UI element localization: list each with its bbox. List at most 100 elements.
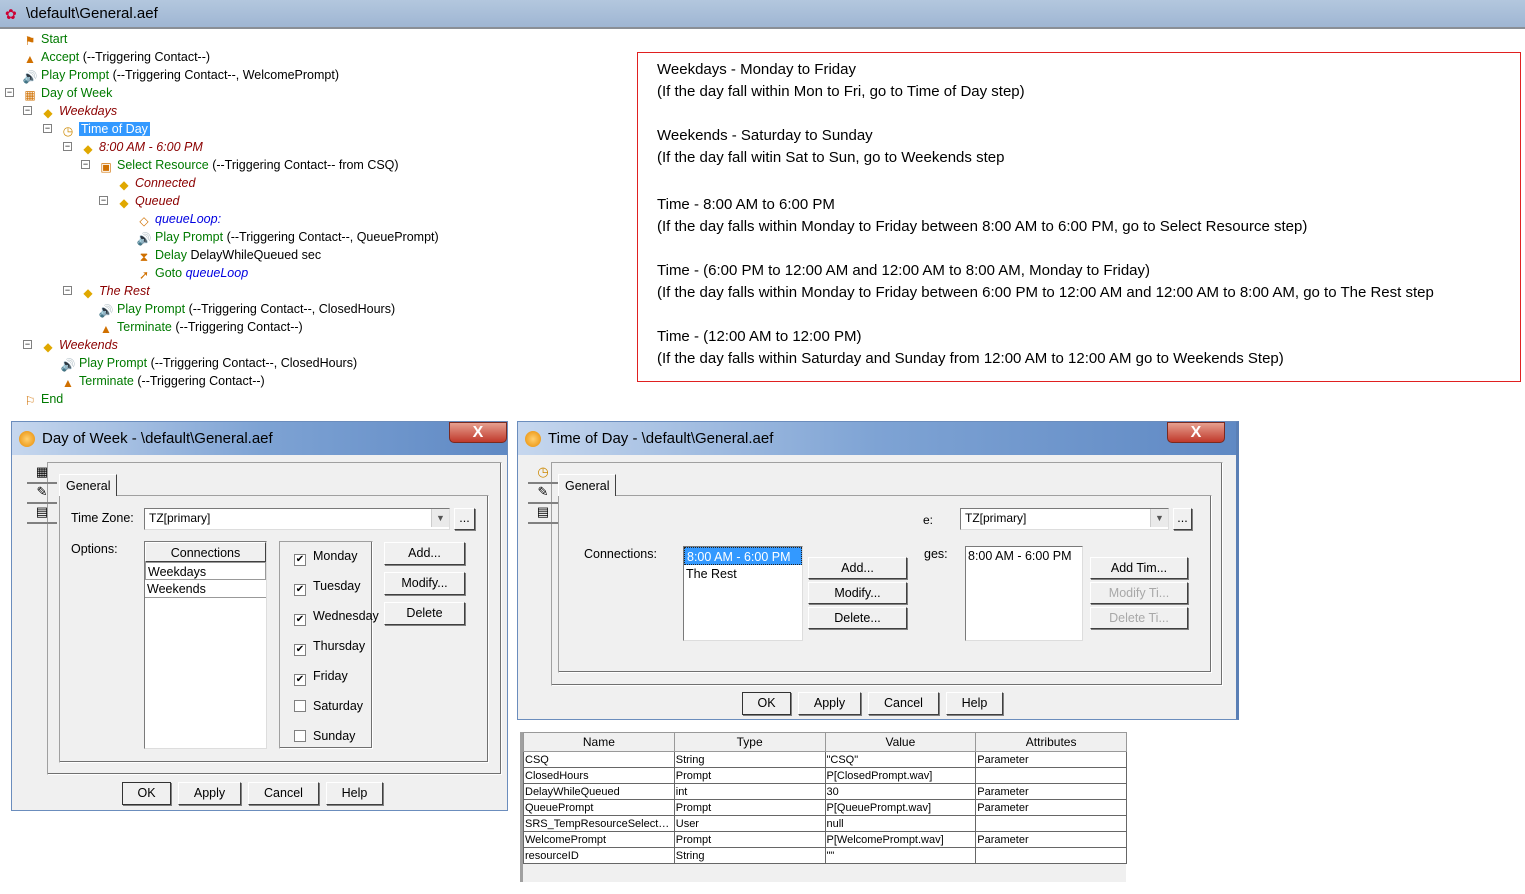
collapse-toggle[interactable]: − [23,340,32,349]
tree-node[interactable]: 🔊 Play Prompt (--Triggering Contact--, Cl… [98,300,396,318]
tree-node[interactable]: − ◷ Time of Day [43,120,150,138]
connection-item-weekdays[interactable]: Weekdays [145,562,266,580]
time-range-item[interactable]: 8:00 AM - 6:00 PM [966,547,1082,565]
tree-node[interactable]: − ◆ Weekdays [23,102,117,120]
tree-node[interactable]: ◆ Connected [116,174,195,192]
checkbox-empty[interactable] [294,730,306,742]
time-zone-browse-button[interactable]: ... [1173,508,1192,530]
table-row[interactable]: resourceID String "" [523,847,1127,864]
cancel-button[interactable]: Cancel [248,782,319,805]
tree-node-args: (--Triggering Contact--, ClosedHours) [185,302,396,316]
modify-time-button[interactable]: Modify Ti... [1090,582,1188,604]
checkbox-wednesday[interactable]: ✔ Wednesday [294,609,379,626]
checkbox-thursday[interactable]: ✔ Thursday [294,639,365,656]
connection-item-the-rest[interactable]: The Rest [684,565,802,583]
close-button[interactable]: X [1167,422,1225,443]
column-header[interactable]: Value [824,732,977,752]
column-header[interactable]: Type [673,732,826,752]
column-header[interactable]: Name [523,732,675,752]
connection-item-daytime[interactable]: 8:00 AM - 6:00 PM [684,547,802,565]
table-row[interactable]: CSQ String "CSQ" Parameter [523,751,1127,768]
collapse-toggle[interactable]: − [63,286,72,295]
checkbox-empty[interactable] [294,700,306,712]
time-zone-dropdown[interactable]: TZ[primary] ▼ [144,508,450,530]
tree-node[interactable]: − ◆ 8:00 AM - 6:00 PM [63,138,203,156]
tree-node[interactable]: ⚐ End [22,390,64,408]
table-row[interactable]: QueuePrompt Prompt P[QueuePrompt.wav] Param… [523,799,1127,816]
table-row[interactable]: ClosedHours Prompt P[ClosedPrompt.wav] [523,767,1127,784]
add-button[interactable]: Add... [384,542,465,565]
tree-node[interactable]: 🔊 Play Prompt (--Triggering Contact--, Cl… [60,354,358,372]
chevron-down-icon[interactable]: ▼ [1150,509,1168,527]
tree-node[interactable]: − ◆ Queued [99,192,179,210]
modify-button[interactable]: Modify... [808,582,907,604]
tree-node[interactable]: ▲ Terminate (--Triggering Contact--) [98,318,303,336]
tree-node[interactable]: − ◆ Weekends [23,336,118,354]
connections-list[interactable]: 8:00 AM - 6:00 PM The Rest [683,546,803,641]
label-tag-icon[interactable]: ✎ [528,484,558,504]
checkbox-saturday[interactable]: Saturday [294,699,363,713]
table-row[interactable]: SRS_TempResourceSelecte... User null [523,815,1127,832]
tree-node[interactable]: ▲ Terminate (--Triggering Contact--) [60,372,265,390]
delete-button[interactable]: Delete... [808,607,907,629]
connections-list[interactable]: Connections Weekdays Weekends [144,541,267,749]
chevron-down-icon[interactable]: ▼ [431,509,449,527]
tab-general[interactable]: General [558,474,617,496]
collapse-toggle[interactable]: − [23,106,32,115]
checkbox-monday[interactable]: ✔ Monday [294,549,357,566]
checkmark-icon[interactable]: ✔ [294,584,306,596]
collapse-toggle[interactable]: − [63,142,72,151]
time-ranges-list[interactable]: 8:00 AM - 6:00 PM [965,546,1083,641]
checkbox-sunday[interactable]: Sunday [294,729,355,743]
checkmark-icon[interactable]: ✔ [294,644,306,656]
table-row[interactable]: WelcomePrompt Prompt P[WelcomePrompt.wav] P… [523,831,1127,848]
checkmark-icon[interactable]: ✔ [294,614,306,626]
time-zone-browse-button[interactable]: ... [454,508,475,530]
label-tag-icon[interactable]: ✎ [27,484,57,504]
collapse-toggle[interactable]: − [81,160,90,169]
tree-node[interactable]: ➚ Goto queueLoop [136,264,248,282]
tree-node-args: (--Triggering Contact--, ClosedHours) [147,356,358,370]
tab-general[interactable]: General [59,474,118,496]
apply-button[interactable]: Apply [798,692,861,715]
collapse-toggle[interactable]: − [43,124,52,133]
tree-node[interactable]: − ▣ Select Resource (--Triggering Contact-… [81,156,399,174]
apply-button[interactable]: Apply [178,782,241,805]
dialog-title-bar[interactable]: Day of Week - \default\General.aef X [12,422,507,455]
document-icon[interactable]: ▤ [528,504,558,524]
tree-node[interactable]: ▲ Accept (--Triggering Contact--) [22,48,210,66]
connection-item-weekends[interactable]: Weekends [145,580,266,598]
delete-button[interactable]: Delete [384,602,465,625]
checkmark-icon[interactable]: ✔ [294,554,306,566]
tree-node[interactable]: − ◆ The Rest [63,282,150,300]
help-button[interactable]: Help [326,782,383,805]
collapse-toggle[interactable]: − [99,196,108,205]
clock-icon[interactable]: ◷ [528,464,558,484]
checkbox-friday[interactable]: ✔ Friday [294,669,348,686]
add-time-button[interactable]: Add Tim... [1090,557,1188,579]
tree-node[interactable]: 🔊 Play Prompt (--Triggering Contact--, We… [22,66,340,84]
table-row[interactable]: DelayWhileQueued int 30 Parameter [523,783,1127,800]
ok-button[interactable]: OK [122,782,171,805]
script-tree[interactable]: ⚑ Start ▲ Accept (--Triggering Contact--) 🔊 P… [0,30,630,415]
document-icon[interactable]: ▤ [27,504,57,524]
cancel-button[interactable]: Cancel [868,692,939,715]
help-button[interactable]: Help [946,692,1003,715]
checkbox-tuesday[interactable]: ✔ Tuesday [294,579,360,596]
checkmark-icon[interactable]: ✔ [294,674,306,686]
delete-time-button[interactable]: Delete Ti... [1090,607,1188,629]
tree-node[interactable]: ⧗ Delay DelayWhileQueued sec [136,246,321,264]
close-button[interactable]: X [449,422,507,443]
add-button[interactable]: Add... [808,557,907,579]
calendar-icon[interactable]: ▦ [27,464,57,484]
collapse-toggle[interactable]: − [5,88,14,97]
column-header[interactable]: Attributes [975,732,1127,752]
time-zone-dropdown[interactable]: TZ[primary] ▼ [960,508,1169,530]
modify-button[interactable]: Modify... [384,572,465,595]
ok-button[interactable]: OK [742,692,791,715]
tree-node[interactable]: ⚑ Start [22,30,68,48]
tree-node[interactable]: − ▦ Day of Week [5,84,112,102]
tree-node[interactable]: ◇ queueLoop: [136,210,221,228]
tree-node[interactable]: 🔊 Play Prompt (--Triggering Contact--, Qu… [136,228,439,246]
dialog-title-bar[interactable]: Time of Day - \default\General.aef X [518,422,1236,455]
